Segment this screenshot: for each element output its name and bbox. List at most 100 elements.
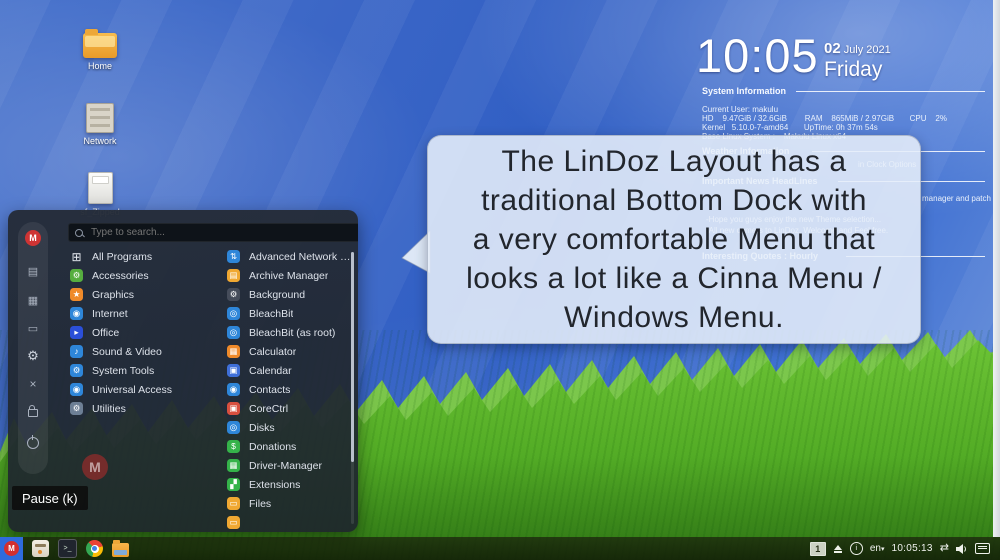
menu-item-accessories[interactable]: ⚙ Accessories [70,269,220,282]
clock-weekday: Friday [824,58,883,81]
contacts-icon: ◉ [227,383,240,396]
file-manager-icon[interactable] [112,539,129,557]
calculator-icon: ▦ [227,345,240,358]
menu-categories-column: ⊞ All Programs ⚙ Accessories ★ Graphics ◉ In… [70,250,220,415]
menu-item-all-programs[interactable]: ⊞ All Programs [70,250,220,263]
menu-item-sound-video[interactable]: ♪ Sound & Video [70,345,220,358]
menu-item-bleachbit-root[interactable]: ◎ BleachBit (as root) [227,326,355,339]
accessories-icon: ⚙ [70,269,83,282]
profile-icon[interactable]: ▤ [18,258,48,284]
system-tray: 1 i en▾ 10:05:13 ⇄ [809,537,990,560]
makulu-logo-icon: M [4,541,19,556]
settings-gear-icon[interactable]: ⚙ [18,343,48,369]
makulu-watermark: M [82,454,108,480]
drive-icon [87,172,113,204]
clock-month-year: July 2021 [843,44,891,56]
keyboard-layout-indicator[interactable]: en▾ [870,543,885,554]
folders-icon[interactable]: ▭ [18,315,48,341]
bleachbit-icon: ◎ [227,307,240,320]
disks-icon: ◎ [227,421,240,434]
pictures-icon[interactable]: ▦ [18,287,48,313]
clock-day: 02 [824,40,841,57]
office-icon: ▸ [70,326,83,339]
background-icon: ⚙ [227,288,240,301]
conky-line: Kernel 5.10.0-7-amd64 UpTime: 0h 37m 54s [702,123,878,132]
conky-line: HD 9.47GiB / 32.6GiB RAM 865MiB / 2.97Gi… [702,114,947,123]
workspace-switcher[interactable]: 1 [809,541,826,556]
video-pause-indicator: Pause (k) [12,486,88,510]
menu-item-archive-manager[interactable]: ▤ Archive Manager [227,269,355,282]
menu-scrollbar[interactable] [351,252,354,524]
menu-item-adv-network[interactable]: ⇅Advanced Network Configura... [227,250,355,263]
corectrl-icon: ▣ [227,402,240,415]
menu-item-universal-access[interactable]: ◉ Universal Access [70,383,220,396]
app-menu: M ▤ ▦ ▭ ⚙ × ⊞All Programs ⚙Accessories ★… [8,210,358,532]
menu-item-donations[interactable]: $ Donations [227,440,355,453]
menu-item-partial[interactable]: ▭ [227,516,355,529]
menu-launcher-button[interactable]: M [0,537,23,560]
menu-item-files[interactable]: ▭ Files [227,497,355,510]
taskbar-launchers: M >_ [0,537,129,560]
graphics-icon: ★ [70,288,83,301]
menu-item-utilities[interactable]: ⚙ Utilities [70,402,220,415]
desktop: Home Network sf_Zipped 10:05 02July 2021… [0,0,1000,560]
network-icon [86,103,114,133]
sound-video-icon: ♪ [70,345,83,358]
utilities-icon: ⚙ [70,402,83,415]
speech-bubble: The LinDoz Layout has a traditional Bott… [427,135,921,344]
menu-item-calculator[interactable]: ▦ Calculator [227,345,355,358]
universal-access-icon: ◉ [70,383,83,396]
calendar-icon: ▣ [227,364,240,377]
files-icon: ▭ [227,497,240,510]
clock-date: 02 July 2021 Friday [824,40,891,82]
volume-icon[interactable] [956,543,968,554]
bleachbit-root-icon: ◎ [227,326,240,339]
conky-system-title: System Information [702,86,787,96]
eject-icon[interactable] [833,544,843,554]
menu-item-system-tools[interactable]: ⚙ System Tools [70,364,220,377]
search-input[interactable] [89,226,353,239]
conky-news-line: manager and patch [922,194,991,203]
network-icon[interactable]: ⇄ [940,543,949,554]
system-tools-icon: ⚙ [70,364,83,377]
menu-item-internet[interactable]: ◉ Internet [70,307,220,320]
clock-time: 10:05 [696,29,819,82]
right-edge-strip [993,0,1000,537]
partial-app-icon: ▭ [227,516,240,529]
package-manager-icon[interactable] [32,540,49,557]
info-icon[interactable]: i [849,542,863,555]
menu-item-background[interactable]: ⚙ Background [227,288,355,301]
speech-bubble-text: The LinDoz Layout has a traditional Bott… [466,145,882,334]
taskbar: M >_ 1 i en▾ 10:05:13 ⇄ [0,537,1000,560]
search-icon [75,228,83,237]
chrome-icon[interactable] [86,540,103,557]
notifications-icon[interactable] [975,543,990,554]
menu-item-bleachbit[interactable]: ◎ BleachBit [227,307,355,320]
lock-icon[interactable] [18,400,48,426]
conky-rule [796,91,985,92]
tray-clock[interactable]: 10:05:13 [891,543,932,554]
donations-icon: $ [227,440,240,453]
chevron-down-icon: ▾ [880,546,885,553]
terminal-icon[interactable]: >_ [58,539,77,558]
archive-manager-icon: ▤ [227,269,240,282]
menu-apps-column: ⇅Advanced Network Configura... ▤Archive … [227,250,355,529]
makulu-logo-icon[interactable]: M [25,230,41,246]
desktop-icon-label: Network [83,136,117,146]
menu-item-calendar[interactable]: ▣ Calendar [227,364,355,377]
extensions-icon: ▞ [227,478,240,491]
power-icon[interactable] [18,430,48,456]
desktop-icon-home[interactable]: Home [70,29,130,71]
menu-item-extensions[interactable]: ▞ Extensions [227,478,355,491]
menu-item-corectrl[interactable]: ▣ CoreCtrl [227,402,355,415]
driver-manager-icon: ▦ [227,459,240,472]
menu-item-disks[interactable]: ◎ Disks [227,421,355,434]
menu-item-contacts[interactable]: ◉ Contacts [227,383,355,396]
menu-search-bar[interactable] [68,223,358,242]
desktop-icon-label: Home [87,61,112,71]
close-icon[interactable]: × [18,371,48,397]
menu-item-graphics[interactable]: ★ Graphics [70,288,220,301]
desktop-icon-network[interactable]: Network [70,103,130,146]
menu-item-office[interactable]: ▸ Office [70,326,220,339]
menu-item-driver-manager[interactable]: ▦ Driver-Manager [227,459,355,472]
